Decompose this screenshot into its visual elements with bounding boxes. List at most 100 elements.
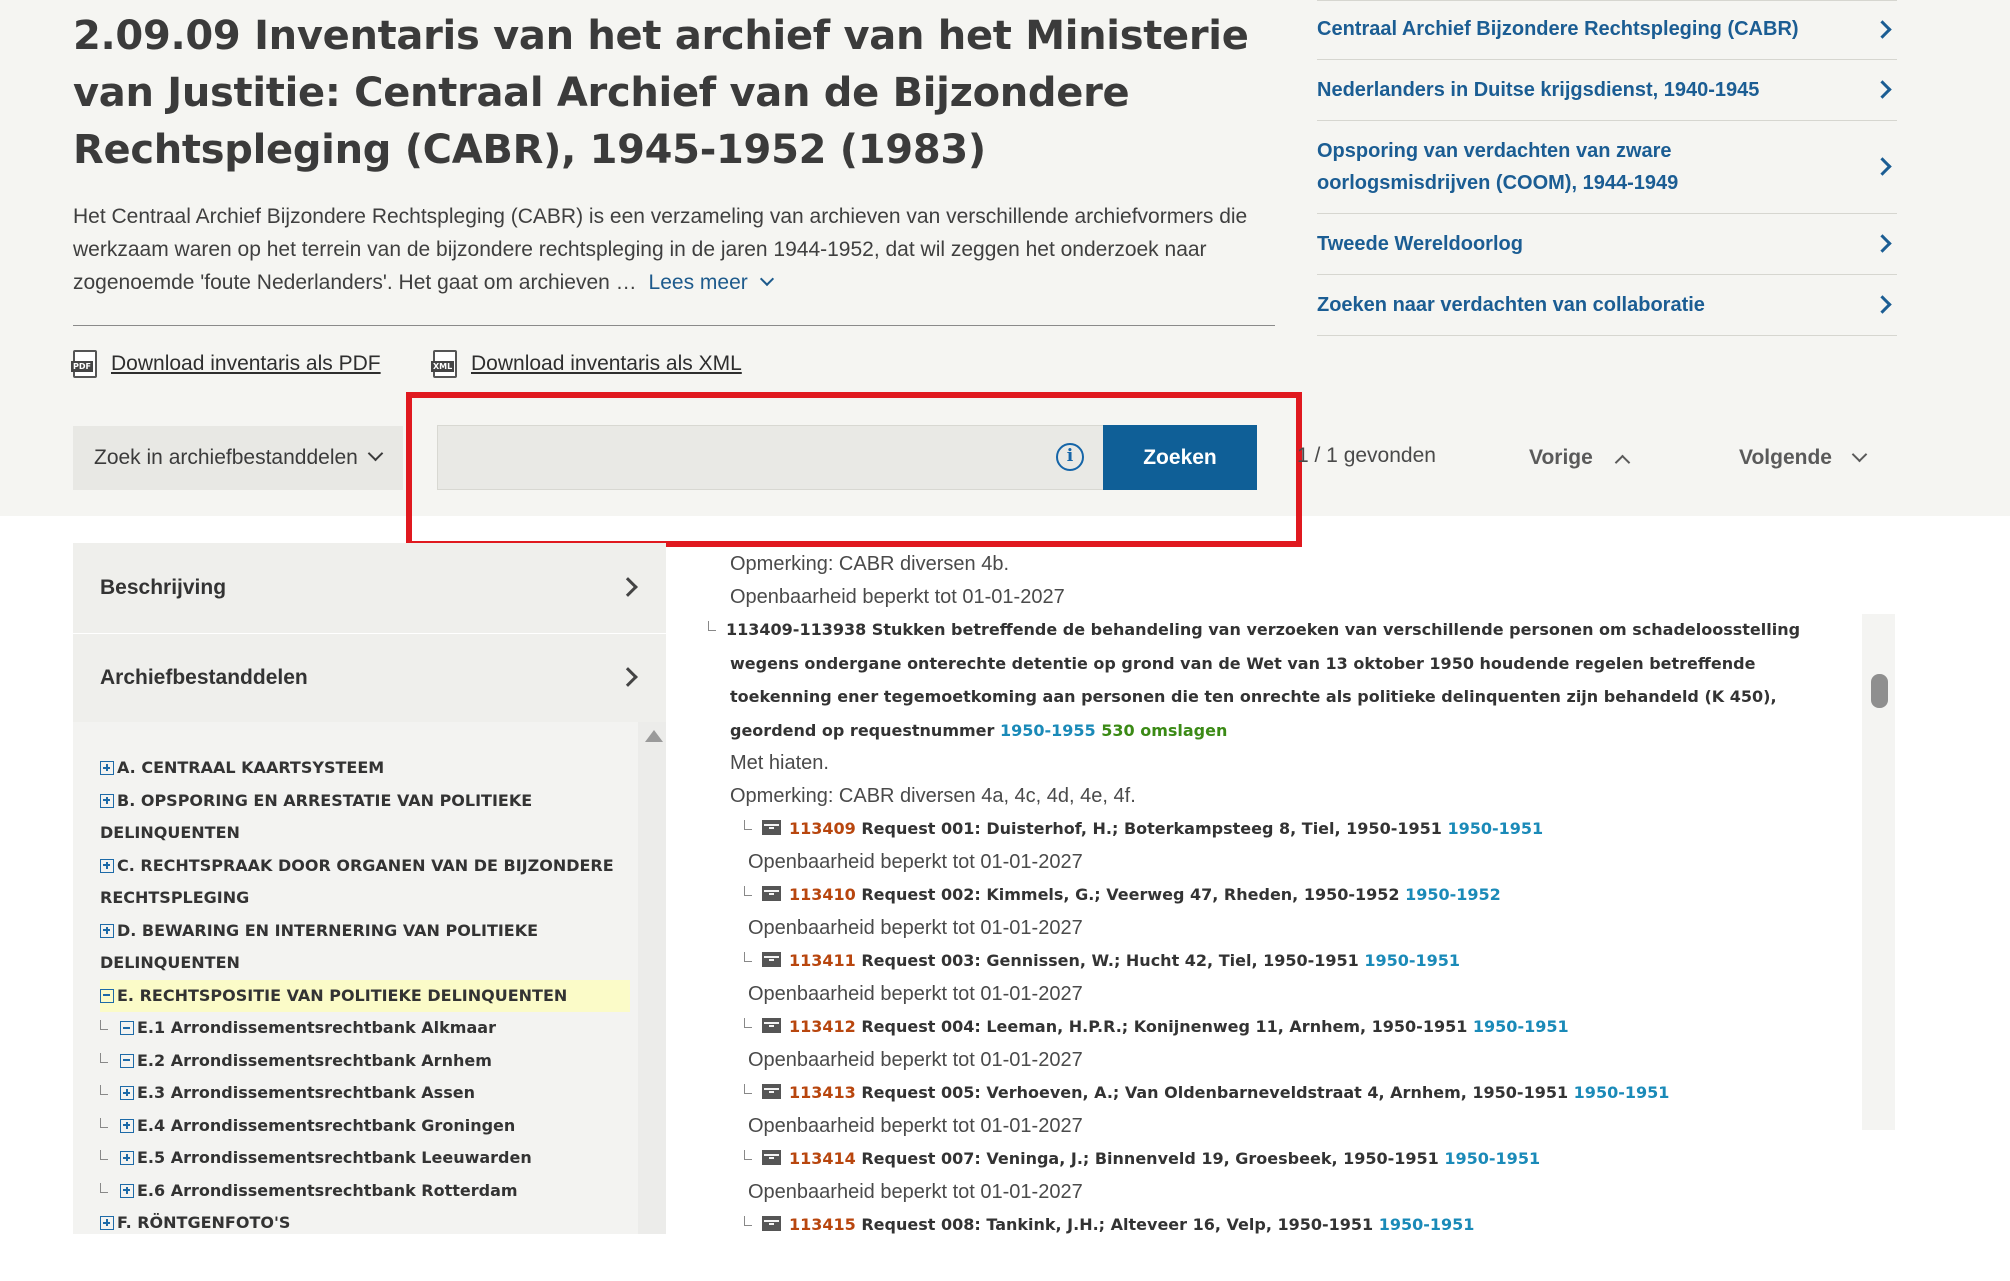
year-link[interactable]: 1950-1952 xyxy=(1405,885,1501,904)
related-link-ww2[interactable]: Tweede Wereldoorlog xyxy=(1317,214,1897,275)
chevron-right-icon xyxy=(618,577,638,597)
expand-icon[interactable] xyxy=(120,1118,134,1133)
inventory-item[interactable]: 113415 Request 008: Tankink, J.H.; Altev… xyxy=(720,1208,1850,1242)
inventory-number[interactable]: 113415 xyxy=(789,1215,856,1234)
search-scope-label: Zoek in archiefbestanddelen xyxy=(94,446,358,469)
year-link[interactable]: 1950-1951 xyxy=(1574,1083,1670,1102)
access-text: Openbaarheid beperkt tot 01-01-2027 xyxy=(748,1114,1083,1137)
tree-connector xyxy=(744,1084,752,1094)
expand-icon[interactable] xyxy=(100,793,114,808)
tree-connector xyxy=(100,1052,108,1063)
inventory-item[interactable]: 113412 Request 004: Leeman, H.P.R.; Koni… xyxy=(720,1010,1850,1044)
panel-description-toggle[interactable]: Beschrijving xyxy=(73,543,666,633)
expand-icon[interactable] xyxy=(100,858,114,873)
year-link[interactable]: 1950-1955 xyxy=(1000,721,1096,740)
tree-node-label: F. RÖNTGENFOTO'S xyxy=(117,1213,291,1232)
inventory-number[interactable]: 113410 xyxy=(789,885,856,904)
group-entry[interactable]: 113409-113938 Stukken betreffende de beh… xyxy=(708,613,1850,747)
tree-connector xyxy=(100,1150,108,1160)
year-link[interactable]: 1950-1951 xyxy=(1364,951,1460,970)
chevron-right-icon xyxy=(618,667,638,687)
inventory-item[interactable]: 113409 Request 001: Duisterhof, H.; Bote… xyxy=(720,812,1850,846)
expand-icon[interactable] xyxy=(120,1151,134,1165)
archive-tree: A. CENTRAAL KAARTSYSTEEM B. OPSPORING EN… xyxy=(73,722,666,1234)
collapse-icon[interactable] xyxy=(120,1021,134,1035)
year-link[interactable]: 1950-1951 xyxy=(1473,1017,1569,1036)
download-pdf-link[interactable]: PDF Download inventaris als PDF xyxy=(71,350,381,378)
expand-icon[interactable] xyxy=(120,1086,134,1100)
search-input[interactable] xyxy=(437,425,1104,490)
expand-icon[interactable] xyxy=(100,1216,114,1230)
tree-node-label: E.1 Arrondissementsrechtbank Alkmaar xyxy=(137,1018,496,1037)
item-description: Request 001: Duisterhof, H.; Boterkampst… xyxy=(861,819,1442,838)
search-scope-select[interactable]: Zoek in archiefbestanddelen xyxy=(73,426,403,490)
content-scrollbar[interactable] xyxy=(1862,614,1895,1130)
chevron-right-icon xyxy=(1873,157,1892,176)
archive-box-icon xyxy=(762,952,781,967)
note-text: Met hiaten. xyxy=(730,752,829,774)
expand-icon[interactable] xyxy=(120,1183,134,1198)
related-link-label: Tweede Wereldoorlog xyxy=(1317,233,1523,255)
tree-node-label: E.6 Arrondissementsrechtbank Rotterdam xyxy=(137,1180,518,1200)
related-link-label: Centraal Archief Bijzondere Rechtsplegin… xyxy=(1317,18,1799,40)
tree-node[interactable]: A. CENTRAAL KAARTSYSTEEM xyxy=(100,752,630,785)
scroll-thumb[interactable] xyxy=(1871,674,1888,708)
panel-components-toggle[interactable]: Archiefbestanddelen xyxy=(73,634,666,722)
related-link-cabr[interactable]: Centraal Archief Bijzondere Rechtsplegin… xyxy=(1317,0,1897,60)
tree-node[interactable]: E.3 Arrondissementsrechtbank Assen xyxy=(100,1077,630,1110)
tree-connector xyxy=(744,886,752,896)
scroll-up-icon[interactable] xyxy=(645,730,663,742)
tree-node[interactable]: E.4 Arrondissementsrechtbank Groningen xyxy=(100,1110,630,1143)
inventory-number[interactable]: 113412 xyxy=(789,1017,856,1036)
year-link[interactable]: 1950-1951 xyxy=(1444,1149,1540,1168)
search-button[interactable]: Zoeken xyxy=(1103,425,1257,490)
expand-icon[interactable] xyxy=(100,923,114,938)
archive-box-icon xyxy=(762,1018,781,1033)
expand-icon[interactable] xyxy=(100,761,114,775)
related-link-label: Opsporing van verdachten van zware oorlo… xyxy=(1317,140,1679,194)
inventory-number[interactable]: 113411 xyxy=(789,951,856,970)
tree-node[interactable]: C. RECHTSPRAAK DOOR ORGANEN VAN DE BIJZO… xyxy=(100,850,630,915)
tree-node-label: E.5 Arrondissementsrechtbank Leeuwarden xyxy=(137,1148,532,1167)
tree-node[interactable]: B. OPSPORING EN ARRESTATIE VAN POLITIEKE… xyxy=(100,785,630,850)
tree-node[interactable]: E.1 Arrondissementsrechtbank Alkmaar xyxy=(100,1012,630,1045)
inventory-number[interactable]: 113413 xyxy=(789,1083,856,1102)
tree-node-selected[interactable]: E. RECHTSPOSITIE VAN POLITIEKE DELINQUEN… xyxy=(100,979,630,1012)
panel-components-label: Archiefbestanddelen xyxy=(100,666,308,689)
pdf-file-icon: PDF xyxy=(71,350,97,378)
panel-description-label: Beschrijving xyxy=(100,576,227,599)
inventory-item[interactable]: 113411 Request 003: Gennissen, W.; Hucht… xyxy=(720,944,1850,978)
tree-node[interactable]: E.6 Arrondissementsrechtbank Rotterdam xyxy=(100,1175,630,1208)
download-xml-link[interactable]: XML Download inventaris als XML xyxy=(431,350,742,378)
tree-node-label: A. CENTRAAL KAARTSYSTEEM xyxy=(117,758,385,777)
previous-result-button[interactable]: Vorige xyxy=(1529,446,1593,470)
info-icon[interactable]: i xyxy=(1056,443,1084,471)
year-link[interactable]: 1950-1951 xyxy=(1447,819,1543,838)
inventory-item[interactable]: 113410 Request 002: Kimmels, G.; Veerweg… xyxy=(720,878,1850,912)
tree-node[interactable]: F. RÖNTGENFOTO'S xyxy=(100,1207,630,1234)
tree-connector xyxy=(708,621,716,631)
inventory-number[interactable]: 113414 xyxy=(789,1149,856,1168)
year-link[interactable]: 1950-1951 xyxy=(1379,1215,1475,1234)
tree-list: A. CENTRAAL KAARTSYSTEEM B. OPSPORING EN… xyxy=(100,752,630,1234)
access-text: Openbaarheid beperkt tot 01-01-2027 xyxy=(748,850,1083,873)
folder-count: 530 omslagen xyxy=(1101,720,1228,740)
inventory-item[interactable]: 113414 Request 007: Veninga, J.; Binnenv… xyxy=(720,1142,1850,1176)
inventory-number[interactable]: 113409 xyxy=(789,819,856,838)
tree-node[interactable]: E.5 Arrondissementsrechtbank Leeuwarden xyxy=(100,1142,630,1175)
collapse-icon[interactable] xyxy=(100,988,114,1003)
tree-node[interactable]: E.2 Arrondissementsrechtbank Arnhem xyxy=(100,1045,630,1078)
access-text: Openbaarheid beperkt tot 01-01-2027 xyxy=(748,982,1083,1005)
tree-scrollbar[interactable] xyxy=(638,722,666,1234)
read-more-link[interactable]: Lees meer xyxy=(649,271,774,294)
related-link-collaboratie[interactable]: Zoeken naar verdachten van collaboratie xyxy=(1317,275,1897,336)
tree-node[interactable]: D. BEWARING EN INTERNERING VAN POLITIEKE… xyxy=(100,915,630,980)
related-link-krijgsdienst[interactable]: Nederlanders in Duitse krijgsdienst, 194… xyxy=(1317,60,1897,121)
collapse-icon[interactable] xyxy=(120,1053,134,1068)
inventory-item[interactable]: 113413 Request 005: Verhoeven, A.; Van O… xyxy=(720,1076,1850,1110)
next-label: Volgende xyxy=(1739,446,1832,469)
related-link-label: Zoeken naar verdachten van collaboratie xyxy=(1317,294,1705,316)
next-result-button[interactable]: Volgende xyxy=(1739,446,1832,470)
xml-file-icon: XML xyxy=(431,350,457,378)
related-link-coom[interactable]: Opsporing van verdachten van zware oorlo… xyxy=(1317,121,1897,214)
